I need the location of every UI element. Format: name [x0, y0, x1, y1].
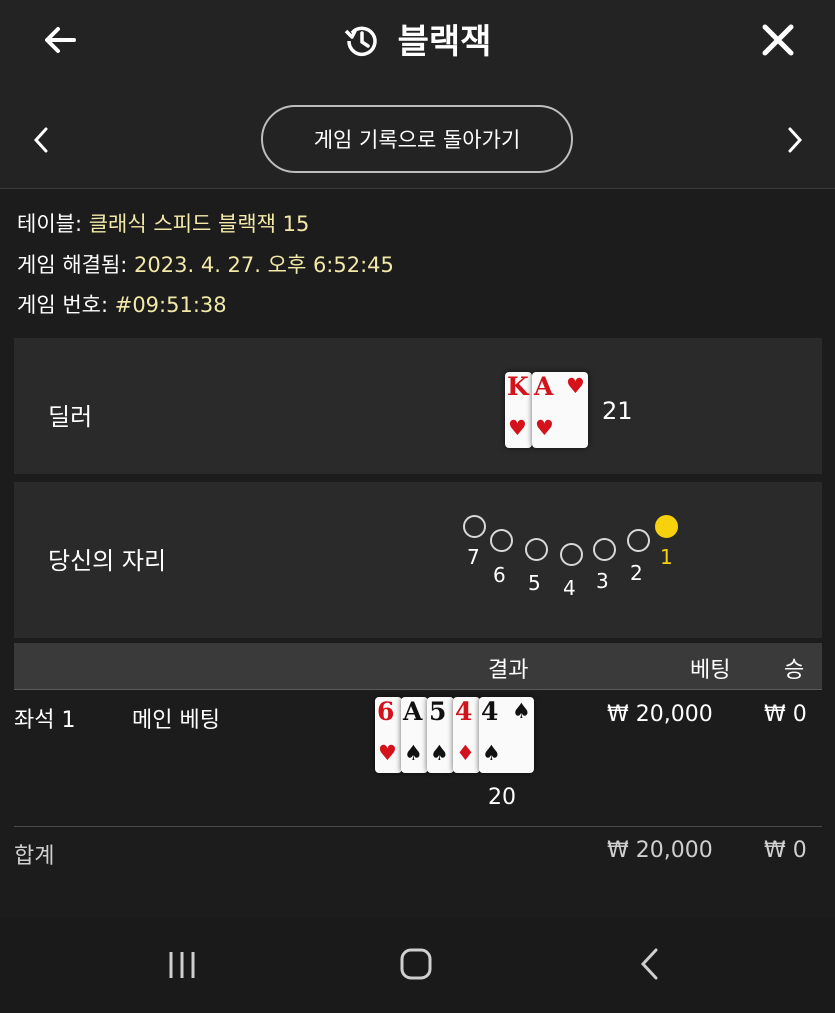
playing-card: A ♥ ♥	[532, 372, 588, 448]
seat-5	[525, 538, 548, 561]
chevron-right-icon[interactable]	[782, 125, 806, 155]
seat-cell: 좌석 1	[14, 708, 76, 733]
seat-2	[627, 529, 650, 552]
dealer-panel	[14, 338, 822, 474]
card-suit: ♠	[512, 699, 531, 723]
win-amount: ₩ 0	[764, 702, 807, 727]
home-icon[interactable]	[398, 946, 434, 982]
game-number-value: #09:51:38	[114, 293, 227, 317]
card-suit: ♠	[404, 741, 423, 765]
close-icon[interactable]	[756, 18, 800, 62]
playing-card: 5 ♠	[427, 697, 454, 773]
player-hand: 6 ♥ A ♠ 5 ♠ 4 ♦ 4 ♠ ♠	[375, 697, 545, 777]
bet-amount: ₩ 20,000	[607, 702, 713, 727]
seat-map: 7654321	[455, 505, 695, 610]
results-header: 결과 베팅 승	[14, 643, 822, 689]
bet-header: 베팅	[690, 658, 731, 683]
card-rank: 4	[455, 697, 473, 726]
resolved-value: 2023. 4. 27. 오후 6:52:45	[134, 253, 394, 277]
card-rank: A	[534, 372, 554, 401]
playing-card: A ♠	[401, 697, 428, 773]
table-value: 클래식 스피드 블랙잭 15	[88, 212, 310, 236]
table-label: 테이블:	[17, 212, 83, 236]
back-to-history-button[interactable]: 게임 기록으로 돌아가기	[261, 105, 573, 173]
game-number-label: 게임 번호:	[17, 293, 109, 317]
recent-apps-icon[interactable]	[166, 948, 200, 982]
seat-label: 당신의 자리	[48, 547, 167, 575]
card-rank: 5	[429, 697, 447, 726]
divider	[14, 689, 822, 690]
playing-card: 4 ♦	[453, 697, 480, 773]
card-suit: ♥	[378, 741, 397, 765]
result-header: 결과	[488, 658, 529, 683]
hand-total: 20	[488, 785, 516, 810]
resolved-label: 게임 해결됨:	[17, 253, 128, 277]
card-rank: 4	[481, 697, 499, 726]
total-label: 합계	[14, 844, 55, 869]
seat-1	[655, 515, 678, 538]
dealer-total: 21	[602, 397, 633, 425]
card-suit: ♦	[456, 741, 475, 765]
back-icon[interactable]	[636, 946, 666, 982]
win-header: 승	[784, 658, 805, 683]
seat-number: 1	[660, 545, 673, 569]
chevron-left-icon[interactable]	[30, 125, 54, 155]
history-icon	[344, 26, 377, 57]
card-suit: ♥	[535, 416, 554, 440]
card-rank: K	[507, 372, 529, 401]
card-suit: ♠	[430, 741, 449, 765]
seat-number: 3	[596, 569, 609, 593]
seat-3	[593, 538, 616, 561]
table-info: 테이블: 클래식 스피드 블랙잭 15	[17, 208, 309, 238]
card-rank: A	[403, 697, 423, 726]
resolved-info: 게임 해결됨: 2023. 4. 27. 오후 6:52:45	[17, 249, 394, 279]
dealer-label: 딜러	[48, 403, 93, 431]
card-suit: ♠	[482, 741, 501, 765]
total-win: ₩ 0	[764, 838, 807, 863]
playing-card: K ♥	[505, 372, 532, 448]
divider	[14, 826, 822, 827]
seat-number: 4	[563, 576, 576, 600]
page-title: 블랙잭	[0, 14, 835, 63]
seat-4	[560, 543, 583, 566]
seat-7	[463, 515, 486, 538]
game-number-info: 게임 번호: #09:51:38	[17, 289, 227, 319]
seat-number: 7	[467, 545, 480, 569]
playing-card: 4 ♠ ♠	[479, 697, 534, 773]
card-suit: ♥	[566, 374, 585, 398]
bet-type-cell: 메인 베팅	[132, 708, 220, 733]
card-rank: 6	[377, 697, 395, 726]
title-text: 블랙잭	[397, 22, 492, 62]
total-bet: ₩ 20,000	[607, 838, 713, 863]
playing-card: 6 ♥	[375, 697, 402, 773]
seat-number: 2	[630, 561, 643, 585]
dealer-hand: K ♥ A ♥ ♥	[505, 372, 595, 452]
seat-number: 6	[493, 563, 506, 587]
card-suit: ♥	[508, 416, 527, 440]
seat-6	[490, 529, 513, 552]
seat-number: 5	[528, 571, 541, 595]
